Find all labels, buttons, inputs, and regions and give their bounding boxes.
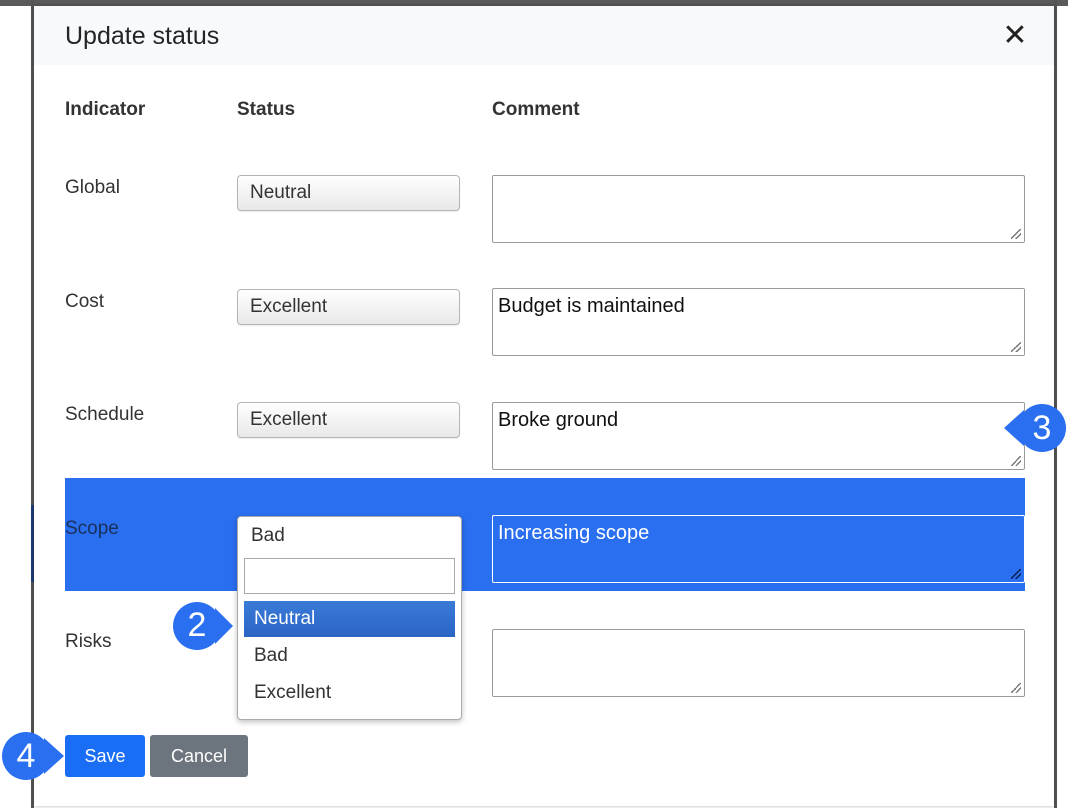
resize-handle-icon[interactable]	[1011, 683, 1021, 693]
resize-handle-icon[interactable]	[1011, 569, 1021, 579]
status-select-schedule[interactable]: Excellent	[237, 402, 460, 438]
column-header-status: Status	[237, 99, 296, 120]
indicator-label-global: Global	[65, 177, 120, 198]
resize-handle-icon[interactable]	[1011, 342, 1021, 352]
step-callout-3: 3	[1004, 397, 1066, 459]
comment-field-cost[interactable]: Budget is maintained	[492, 288, 1025, 356]
indicator-label-schedule: Schedule	[65, 404, 145, 425]
resize-handle-icon[interactable]	[1011, 229, 1021, 239]
dropdown-option-excellent[interactable]: Excellent	[244, 675, 455, 711]
step-callout-4: 4	[0, 725, 64, 787]
callout-number: 3	[1032, 409, 1052, 447]
status-dropdown-scope[interactable]: Bad Neutral Bad Excellent	[237, 516, 462, 720]
step-callout-2: 2	[171, 594, 233, 656]
modal-title: Update status	[65, 22, 220, 50]
indicator-label-scope: Scope	[65, 518, 119, 539]
callout-number: 4	[16, 737, 36, 775]
comment-field-schedule[interactable]: Broke ground	[492, 402, 1025, 470]
comment-field-risks[interactable]	[492, 629, 1025, 697]
callout-number: 2	[187, 606, 207, 644]
update-status-modal: Update status ✕ Indicator Status Comment…	[34, 6, 1054, 806]
dropdown-option-neutral[interactable]: Neutral	[244, 601, 455, 637]
status-select-global[interactable]: Neutral	[237, 175, 460, 211]
cancel-button[interactable]: Cancel	[150, 735, 248, 777]
dropdown-search-input[interactable]	[244, 558, 455, 594]
comment-field-global[interactable]	[492, 175, 1025, 243]
status-select-cost[interactable]: Excellent	[237, 289, 460, 325]
indicator-label-risks: Risks	[65, 631, 112, 652]
dropdown-option-bad[interactable]: Bad	[244, 638, 455, 674]
save-button[interactable]: Save	[65, 735, 145, 777]
close-icon[interactable]: ✕	[1000, 21, 1030, 52]
column-header-indicator: Indicator	[65, 99, 146, 120]
indicator-label-cost: Cost	[65, 291, 105, 312]
comment-text: Budget is maintained	[498, 295, 685, 317]
comment-text: Increasing scope	[498, 522, 650, 544]
column-header-comment: Comment	[492, 99, 580, 120]
comment-text: Broke ground	[498, 409, 619, 431]
dropdown-current-value[interactable]: Bad	[251, 525, 285, 547]
comment-field-scope[interactable]: Increasing scope	[492, 515, 1025, 583]
modal-header: Update status ✕	[34, 6, 1054, 65]
